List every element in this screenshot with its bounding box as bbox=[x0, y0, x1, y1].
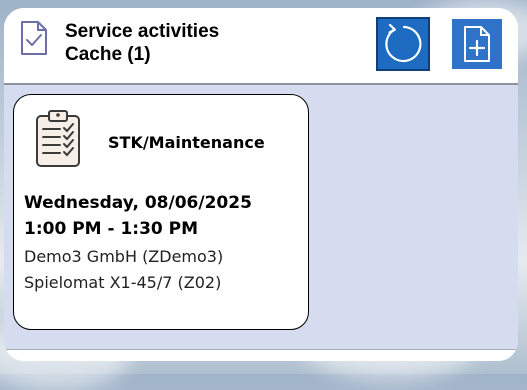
refresh-button[interactable] bbox=[376, 17, 430, 71]
activities-gallery[interactable]: STK/Maintenance Wednesday, 08/06/2025 1:… bbox=[4, 85, 518, 349]
activity-time: 1:00 PM - 1:30 PM bbox=[24, 219, 199, 239]
refresh-icon bbox=[385, 23, 422, 63]
panel-footer bbox=[4, 349, 518, 361]
new-activity-button[interactable] bbox=[452, 19, 502, 69]
document-check-icon bbox=[21, 21, 47, 55]
activity-date: Wednesday, 08/06/2025 bbox=[24, 193, 252, 213]
new-document-icon bbox=[464, 26, 490, 62]
cache-count-label: Cache (1) bbox=[65, 44, 151, 65]
clipboard-checklist-icon bbox=[36, 110, 80, 167]
service-activities-panel: Service activities Cache (1) STK/Mainten… bbox=[4, 8, 518, 361]
activity-card[interactable]: STK/Maintenance Wednesday, 08/06/2025 1:… bbox=[13, 94, 309, 330]
page-title: Service activities bbox=[65, 21, 220, 42]
header-title-block: Service activities Cache (1) bbox=[65, 20, 219, 66]
activity-customer: Demo3 GmbH (ZDemo3) bbox=[24, 247, 224, 266]
activity-type: STK/Maintenance bbox=[108, 133, 265, 152]
header: Service activities Cache (1) bbox=[4, 8, 518, 84]
activity-machine: Spielomat X1-45/7 (Z02) bbox=[24, 273, 222, 292]
